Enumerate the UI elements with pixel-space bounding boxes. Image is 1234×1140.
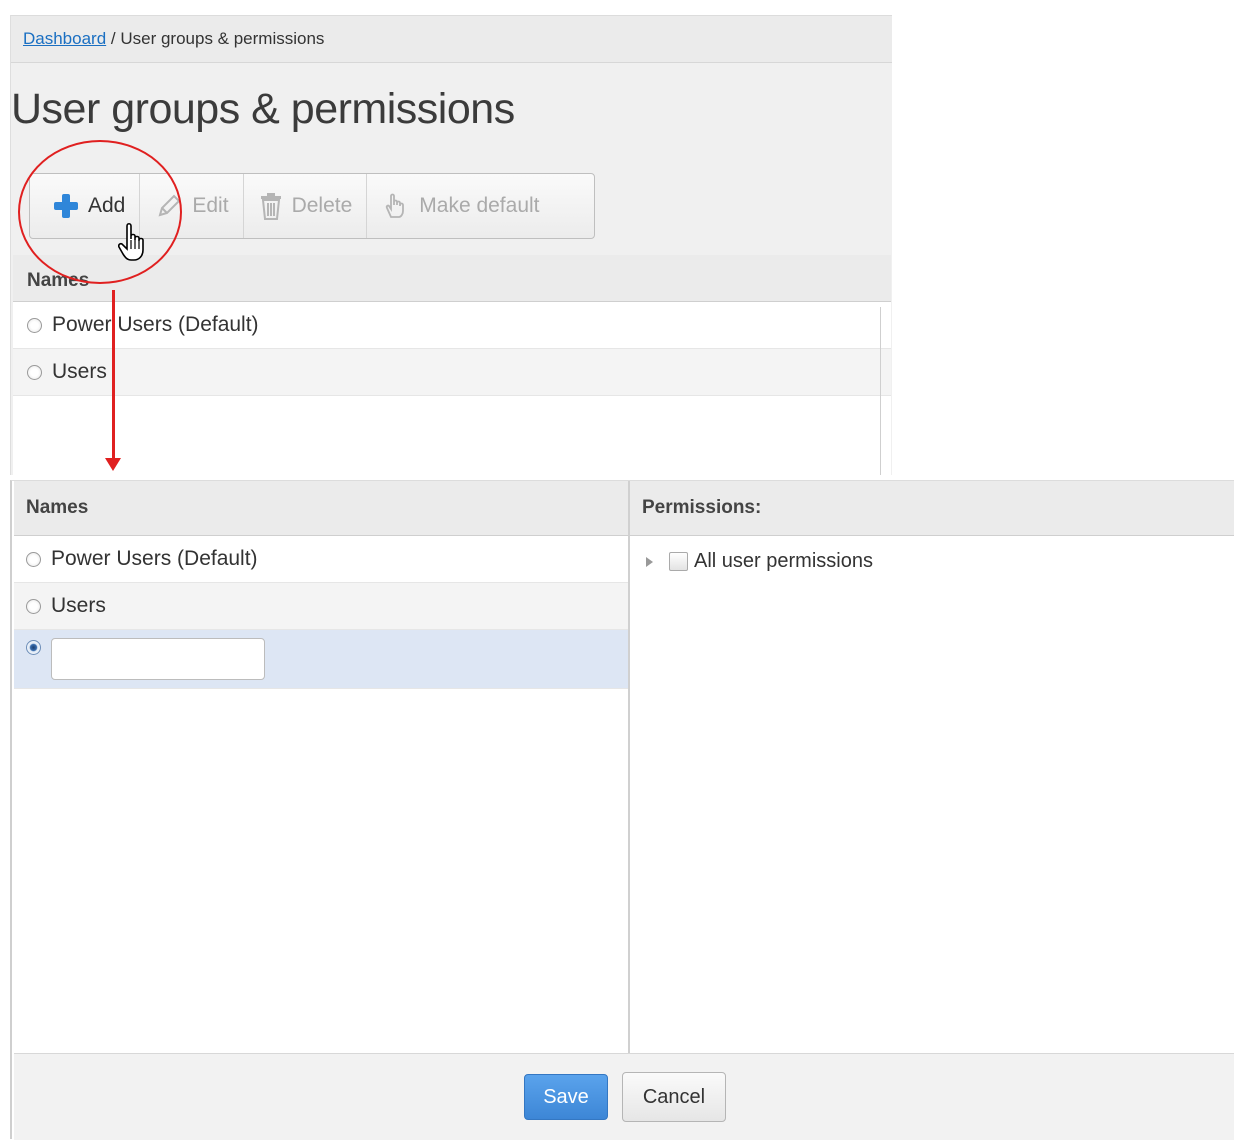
group-name: Power Users (Default)	[51, 547, 258, 570]
page-title: User groups & permissions	[11, 85, 515, 133]
group-name: Power Users (Default)	[52, 313, 259, 336]
permission-tree-item[interactable]: All user permissions	[630, 536, 1234, 573]
make-default-label: Make default	[419, 194, 540, 217]
hand-pointer-icon	[386, 193, 405, 218]
radio-button[interactable]	[26, 551, 41, 567]
delete-label: Delete	[291, 194, 353, 217]
group-name: Users	[52, 360, 107, 383]
new-group-row[interactable]	[14, 630, 628, 689]
edit-label: Edit	[192, 194, 229, 217]
list-item[interactable]: Users	[13, 349, 891, 396]
radio-button[interactable]	[27, 364, 42, 380]
hand-cursor-icon	[118, 222, 144, 261]
permissions-column-header: Permissions:	[630, 481, 1234, 536]
permission-label: All user permissions	[694, 550, 873, 572]
list-item[interactable]: Power Users (Default)	[14, 536, 628, 583]
names-grid: Names Power Users (Default) Users	[14, 481, 630, 1053]
annotation-arrow-head	[105, 458, 121, 471]
list-item[interactable]: Users	[14, 583, 628, 630]
trash-icon	[260, 193, 281, 220]
annotation-arrow	[112, 290, 115, 462]
breadcrumb-current: User groups & permissions	[120, 29, 325, 48]
highlight-circle	[18, 140, 182, 284]
dialog-footer: Save Cancel	[14, 1053, 1234, 1140]
expand-arrow-icon[interactable]	[646, 556, 653, 567]
delete-button[interactable]: Delete	[244, 174, 368, 238]
cancel-button[interactable]: Cancel	[622, 1072, 726, 1122]
radio-button-selected[interactable]	[26, 640, 41, 655]
radio-button[interactable]	[26, 598, 41, 614]
list-item[interactable]: Power Users (Default)	[13, 302, 891, 349]
radio-button[interactable]	[27, 317, 42, 333]
save-button[interactable]: Save	[524, 1074, 608, 1120]
bottom-panel: Names Power Users (Default) Users Permis…	[10, 480, 1234, 1140]
breadcrumb-separator: /	[106, 29, 121, 48]
breadcrumb-dashboard-link[interactable]: Dashboard	[23, 29, 106, 48]
group-name-input[interactable]	[51, 638, 265, 680]
names-grid-top: Names Power Users (Default) Users	[13, 255, 891, 475]
make-default-button[interactable]: Make default	[367, 174, 553, 238]
breadcrumb: Dashboard / User groups & permissions	[11, 15, 892, 63]
group-name: Users	[51, 594, 106, 617]
permissions-panel: Permissions: All user permissions	[630, 481, 1234, 1053]
permission-checkbox[interactable]	[669, 552, 688, 571]
names-column-header: Names	[14, 481, 628, 536]
grid-divider	[880, 307, 881, 475]
